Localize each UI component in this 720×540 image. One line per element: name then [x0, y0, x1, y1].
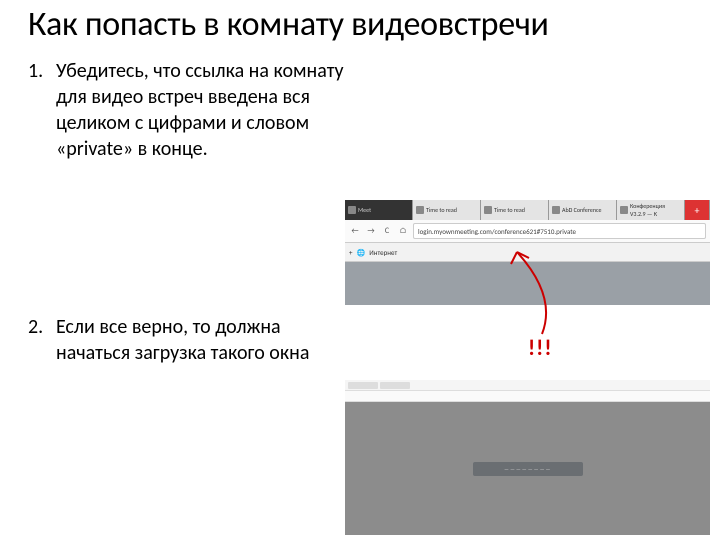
- browser-tabs: [345, 380, 710, 391]
- add-bookmark-button[interactable]: +: [349, 248, 353, 257]
- browser-tab[interactable]: AbD Conference: [549, 200, 617, 220]
- browser-tabs: Meet Time to read Time to read AbD Confe…: [345, 200, 710, 220]
- page-content: ――――――――: [345, 402, 710, 535]
- browser-tab[interactable]: Конференция V3.2.9 — К: [617, 200, 685, 220]
- tab-label: AbD Conference: [562, 206, 602, 214]
- favicon-icon: [484, 206, 492, 214]
- browser-tab[interactable]: Time to read: [413, 200, 481, 220]
- tab-label: Meet: [358, 206, 371, 214]
- instruction-list: 1. Убедитесь, что ссылка на комнату для …: [28, 58, 348, 366]
- list-number: 1.: [28, 58, 56, 162]
- browser-screenshot-2: ――――――――: [345, 380, 710, 533]
- browser-tab[interactable]: [348, 382, 378, 389]
- reload-button[interactable]: C: [381, 225, 393, 237]
- page-content: [345, 262, 710, 305]
- url-input[interactable]: login.myownmeeting.com/conference621#751…: [413, 223, 706, 239]
- browser-tab[interactable]: [380, 382, 410, 389]
- globe-icon: 🌐: [357, 248, 366, 257]
- browser-screenshot-1: Meet Time to read Time to read AbD Confe…: [345, 200, 710, 303]
- new-tab-button[interactable]: +: [685, 200, 710, 220]
- favicon-icon: [620, 206, 628, 214]
- list-text: Убедитесь, что ссылка на комнату для вид…: [56, 58, 348, 162]
- tab-label: Time to read: [426, 206, 457, 214]
- list-text: Если все верно, то должна начаться загру…: [56, 314, 348, 366]
- browser-tab[interactable]: Meet: [345, 200, 413, 220]
- home-button[interactable]: ⌂: [397, 225, 409, 237]
- back-button[interactable]: ←: [349, 225, 361, 237]
- list-item: 2. Если все верно, то должна начаться за…: [28, 314, 348, 366]
- browser-tab[interactable]: Time to read: [481, 200, 549, 220]
- tab-label: Конференция V3.2.9 — К: [630, 202, 681, 218]
- exclamation-annotation: !!!: [528, 334, 553, 361]
- forward-button[interactable]: →: [365, 225, 377, 237]
- address-bar: [345, 391, 710, 402]
- bookmarks-bar: + 🌐 Интернет: [345, 243, 710, 262]
- slide-title: Как попасть в комнату видеовстречи: [28, 4, 692, 46]
- loading-indicator: ――――――――: [473, 462, 583, 476]
- address-bar: ← → C ⌂ login.myownmeeting.com/conferenc…: [345, 220, 710, 243]
- list-number: 2.: [28, 314, 56, 366]
- favicon-icon: [552, 206, 560, 214]
- tab-label: Time to read: [494, 206, 525, 214]
- list-item: 1. Убедитесь, что ссылка на комнату для …: [28, 58, 348, 162]
- favicon-icon: [416, 206, 424, 214]
- bookmark-label[interactable]: Интернет: [369, 248, 397, 257]
- favicon-icon: [348, 206, 356, 214]
